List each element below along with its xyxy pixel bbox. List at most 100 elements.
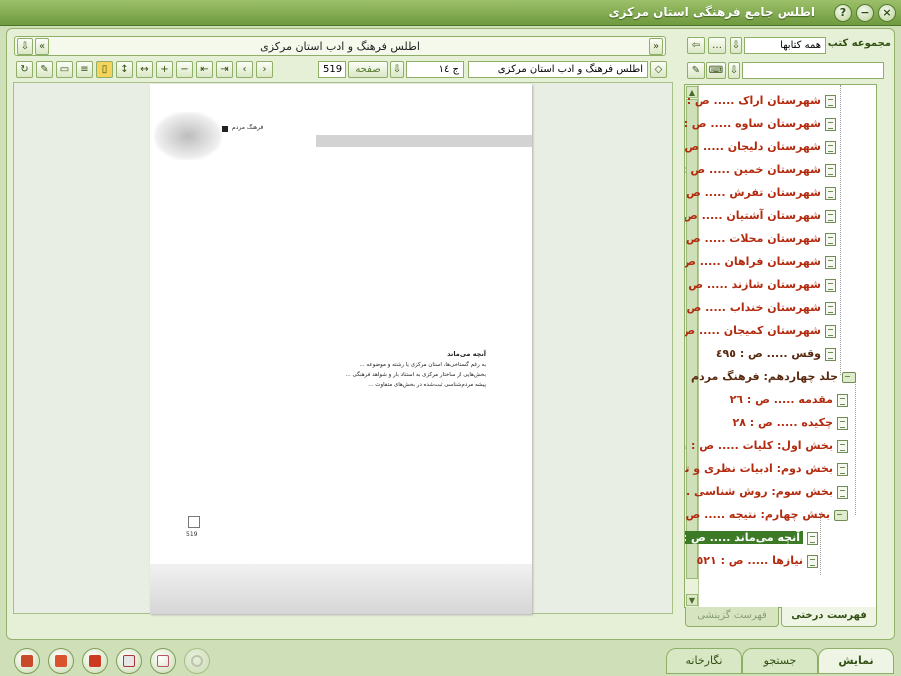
toc-tree[interactable]: ▲ ▼ شهرستان اراک ..... ص : ١٠٥شهرستان سا… bbox=[684, 84, 877, 608]
book-title: اطلس فرهنگ و ادب استان مرکزی bbox=[260, 40, 420, 53]
tree-item[interactable]: شهرستان تفرش ..... ص : ٦١ bbox=[685, 183, 836, 203]
tree-item[interactable]: شهرستان محلات ..... ص : ١١ bbox=[685, 229, 836, 249]
tab-search[interactable]: جستجو bbox=[742, 648, 818, 674]
down-arrow-icon[interactable]: ⇩ bbox=[17, 38, 33, 55]
tree-item[interactable]: شهرستان شازند ..... ص : ٤٥ bbox=[685, 275, 836, 295]
tree-item-label: شهرستان خمین ..... ص : ٣١ bbox=[685, 163, 821, 176]
first-page-icon[interactable]: ⇤ bbox=[196, 61, 213, 78]
close-icon[interactable]: × bbox=[878, 4, 896, 22]
tab-display[interactable]: نمایش bbox=[818, 648, 894, 674]
note-icon[interactable] bbox=[82, 648, 108, 674]
tab-tree[interactable]: فهرست درختی bbox=[781, 607, 877, 627]
prev-icon[interactable]: « bbox=[35, 38, 49, 55]
tree-item-label: شهرستان دلیجان ..... ص : ٥ bbox=[684, 140, 821, 153]
prev-page-icon[interactable]: ‹ bbox=[236, 61, 253, 78]
tree-item[interactable]: شهرستان خنداب ..... ص : ٣ bbox=[685, 298, 836, 318]
collection-label: مجموعه کتب bbox=[827, 38, 891, 49]
document-icon bbox=[807, 554, 818, 568]
paragraph: به رغم گستاخی‌ها، استان مرکزی یا رشته و … bbox=[359, 362, 486, 368]
tree-item-label: شهرستان تفرش ..... ص : ٦١ bbox=[685, 186, 821, 199]
refresh-icon[interactable]: ↻ bbox=[16, 61, 33, 78]
tree-item[interactable]: نیازها ..... ص : ٥٢١ bbox=[697, 551, 818, 571]
fit-width-icon[interactable]: ↔ bbox=[136, 61, 153, 78]
tab-selective[interactable]: فهرست گزینشی bbox=[685, 607, 779, 627]
tree-guide-line bbox=[855, 375, 856, 515]
zoom-in-icon[interactable]: + bbox=[156, 61, 173, 78]
paragraph: پیشه مردم‌شناسی ثبت‌شده در بخش‌های متفاو… bbox=[368, 382, 486, 388]
page-label: صفحه bbox=[348, 61, 388, 78]
tree-item[interactable]: بخش دوم: ادبیات نظری و تجربی bbox=[685, 459, 848, 479]
wrench-icon[interactable]: ✎ bbox=[687, 62, 705, 79]
keyboard-icon[interactable]: ⌨ bbox=[706, 62, 726, 79]
tree-item-label: شهرستان خنداب ..... ص : ٣ bbox=[685, 301, 821, 314]
tree-item[interactable]: جلد چهاردهم: فرهنگ مردم bbox=[691, 367, 856, 387]
book-icon bbox=[842, 371, 856, 383]
tools-icon[interactable]: ✎ bbox=[36, 61, 53, 78]
page-number-input[interactable]: 519 bbox=[318, 61, 346, 78]
bookmark-icon[interactable] bbox=[48, 648, 74, 674]
tree-item[interactable]: شهرستان اراک ..... ص : ١٠٥ bbox=[685, 91, 836, 111]
document-icon bbox=[837, 393, 848, 407]
two-page-icon[interactable]: ▭ bbox=[56, 61, 73, 78]
page-footer-number: 519 bbox=[186, 531, 198, 538]
page-header-image bbox=[154, 112, 222, 160]
tree-item-label: شهرستان آشتیان ..... ص : ٥ bbox=[684, 209, 821, 222]
document-icon bbox=[807, 531, 818, 545]
document-icon bbox=[825, 301, 836, 315]
tree-item[interactable]: شهرستان آشتیان ..... ص : ٥ bbox=[684, 206, 836, 226]
document-page: فرهنگ مردم آنچه می‌ماند به رغم گستاخی‌ها… bbox=[150, 84, 532, 614]
book-select[interactable]: اطلس فرهنگ و ادب استان مرکزی bbox=[468, 61, 648, 78]
next-page-icon[interactable]: › bbox=[256, 61, 273, 78]
tree-item[interactable]: شهرستان کمیجان ..... ص : ٤ bbox=[685, 321, 836, 341]
tree-item[interactable]: آنچه می‌ماند ..... ص : ١٩ bbox=[685, 528, 818, 548]
document-icon bbox=[825, 232, 836, 246]
print-icon[interactable] bbox=[14, 648, 40, 674]
tree-item-label: بخش چهارم: نتیجه ..... ص : bbox=[684, 508, 830, 521]
page-footer-logo bbox=[188, 516, 200, 528]
section-icon bbox=[837, 439, 848, 453]
tree-item[interactable]: بخش اول: کلیات ..... ص : ٣١ bbox=[685, 436, 848, 456]
minimize-icon[interactable]: − bbox=[856, 4, 874, 22]
tree-item-label: بخش سوم: روش شناسی ..... bbox=[684, 485, 833, 498]
scroll-down-icon[interactable]: ▼ bbox=[686, 594, 698, 606]
section-icon bbox=[837, 462, 848, 476]
export-icon[interactable] bbox=[116, 648, 142, 674]
tree-item[interactable]: بخش سوم: روش شناسی ..... bbox=[684, 482, 848, 502]
document-icon bbox=[825, 117, 836, 131]
tree-item[interactable]: چکیده ..... ص : ٢٨ bbox=[732, 413, 848, 433]
text-view-icon[interactable]: ≡ bbox=[76, 61, 93, 78]
sidebar-tabs: فهرست درختی فهرست گزینشی bbox=[684, 607, 877, 629]
split-view-icon[interactable] bbox=[150, 648, 176, 674]
last-page-icon[interactable]: ⇥ bbox=[216, 61, 233, 78]
tree-item[interactable]: وقس ..... ص : ٤٩٥ bbox=[716, 344, 836, 364]
tree-item[interactable]: بخش چهارم: نتیجه ..... ص : bbox=[684, 505, 848, 525]
tree-item[interactable]: شهرستان فراهان ..... ص : ٢١ bbox=[685, 252, 836, 272]
volume-dropdown-icon[interactable]: ⇩ bbox=[390, 61, 404, 78]
tag-icon[interactable]: ◇ bbox=[650, 61, 667, 78]
collection-select[interactable]: همه کتابها bbox=[744, 37, 826, 54]
zoom-out-icon[interactable]: − bbox=[176, 61, 193, 78]
tree-item[interactable]: شهرستان ساوه ..... ص : ٢٤٩ bbox=[685, 114, 836, 134]
tree-item-label: بخش دوم: ادبیات نظری و تجربی bbox=[685, 462, 833, 475]
volume-input[interactable]: ج ١٤ bbox=[406, 61, 464, 78]
document-viewer[interactable]: فرهنگ مردم آنچه می‌ماند به رغم گستاخی‌ها… bbox=[13, 82, 673, 614]
search-icon[interactable] bbox=[184, 648, 210, 674]
viewer-title-bar: ⇩ « اطلس فرهنگ و ادب استان مرکزی » bbox=[14, 36, 666, 56]
tree-item-label: جلد چهاردهم: فرهنگ مردم bbox=[691, 370, 838, 383]
sidebar-search-input[interactable] bbox=[742, 62, 884, 79]
tree-item-label: شهرستان فراهان ..... ص : ٢١ bbox=[685, 255, 821, 268]
tree-item[interactable]: شهرستان خمین ..... ص : ٣١ bbox=[685, 160, 836, 180]
tab-gallery[interactable]: نگارخانه bbox=[666, 648, 742, 674]
more-icon[interactable]: … bbox=[708, 37, 726, 54]
next-icon[interactable]: » bbox=[649, 38, 663, 55]
back-icon[interactable]: ⇦ bbox=[687, 37, 705, 54]
tree-item-label: چکیده ..... ص : ٢٨ bbox=[732, 416, 833, 429]
search-dropdown-icon[interactable]: ⇩ bbox=[728, 62, 740, 79]
collection-dropdown-icon[interactable]: ⇩ bbox=[730, 37, 742, 54]
single-page-icon[interactable]: ▯ bbox=[96, 61, 113, 78]
fit-height-icon[interactable]: ↕ bbox=[116, 61, 133, 78]
tree-item[interactable]: شهرستان دلیجان ..... ص : ٥ bbox=[684, 137, 836, 157]
tree-item[interactable]: مقدمه ..... ص : ٢٦ bbox=[730, 390, 848, 410]
tree-item-label: بخش اول: کلیات ..... ص : ٣١ bbox=[685, 439, 833, 452]
help-icon[interactable]: ? bbox=[834, 4, 852, 22]
